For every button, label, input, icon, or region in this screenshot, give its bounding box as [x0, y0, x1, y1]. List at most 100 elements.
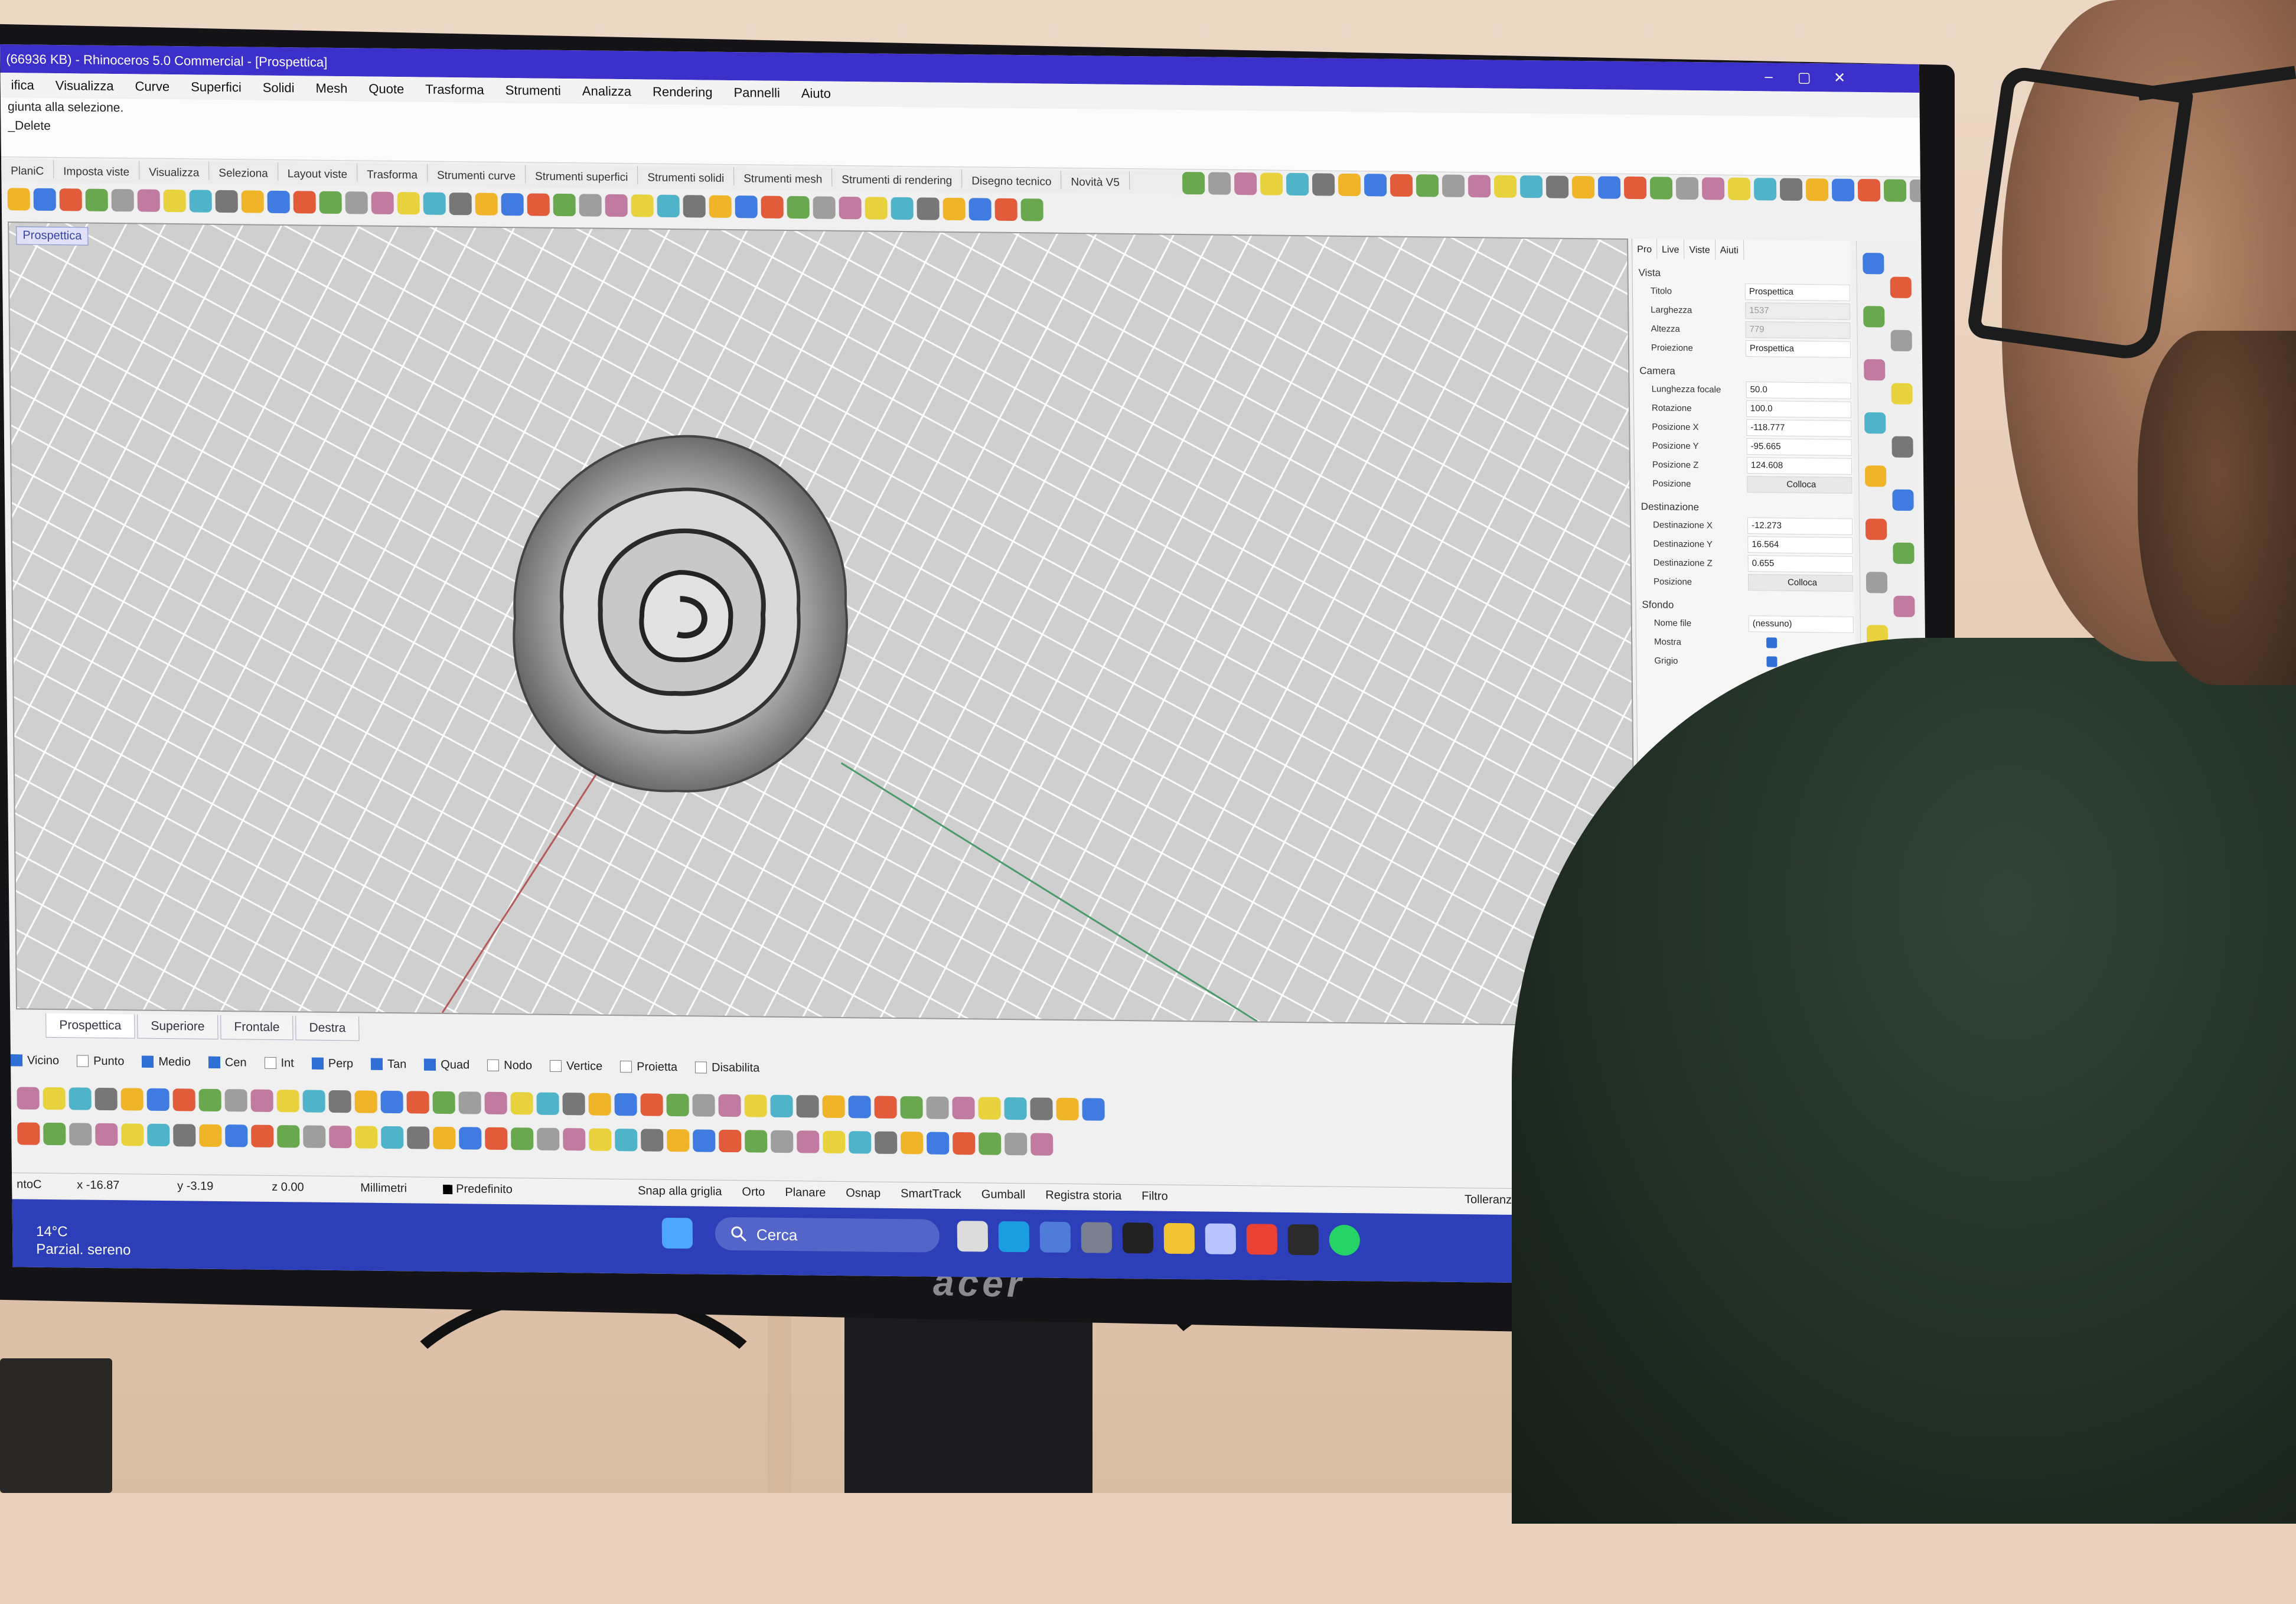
tool-icon[interactable] [1805, 178, 1829, 201]
tool-icon[interactable] [407, 1126, 430, 1149]
tool-icon[interactable] [319, 191, 342, 214]
tool-icon[interactable] [891, 197, 914, 220]
tool-icon[interactable] [345, 191, 368, 214]
tool-icon[interactable] [1020, 198, 1043, 221]
osnap-checkbox[interactable] [311, 1057, 324, 1070]
tool-icon[interactable] [536, 1092, 559, 1116]
tool-icon[interactable] [251, 1124, 274, 1147]
tool-icon[interactable] [1467, 175, 1491, 198]
tool-icon[interactable] [1416, 174, 1439, 197]
tool-icon[interactable] [432, 1091, 455, 1114]
tool-icon[interactable] [215, 190, 238, 213]
property-value[interactable]: Colloca [1747, 476, 1853, 494]
tool-icon[interactable] [1441, 174, 1465, 197]
toolbar-tab[interactable]: Disegno tecnico [962, 169, 1062, 189]
toolbar-tab[interactable]: Seleziona [209, 161, 278, 181]
viewport-tab[interactable]: Superiore [137, 1014, 218, 1039]
osnap-checkbox[interactable] [695, 1061, 707, 1074]
tool-icon[interactable] [589, 1128, 612, 1151]
properties-tab[interactable]: Aiuti [1715, 239, 1744, 260]
checkbox[interactable] [1766, 656, 1778, 667]
tool-icon[interactable] [718, 1094, 741, 1117]
tool-icon[interactable] [17, 1087, 40, 1110]
tool-icon[interactable] [94, 1087, 118, 1111]
tool-icon[interactable] [917, 197, 940, 220]
tool-icon[interactable] [85, 188, 108, 211]
property-value[interactable]: 50.0 [1746, 381, 1851, 399]
edge-icon[interactable] [998, 1221, 1030, 1253]
menu-item[interactable]: Superfici [180, 74, 252, 95]
tool-icon[interactable] [510, 1092, 533, 1115]
tool-icon[interactable] [381, 1126, 404, 1149]
status-toggle[interactable]: Orto [742, 1185, 765, 1198]
status-toggle[interactable]: Filtro [1142, 1189, 1168, 1202]
tool-icon[interactable] [735, 195, 758, 219]
toolbar-tab[interactable]: Layout viste [278, 162, 358, 182]
tool-icon[interactable] [1182, 171, 1205, 195]
tool-icon[interactable] [1004, 1132, 1028, 1156]
side-tool-icon[interactable] [1891, 436, 1913, 458]
tool-icon[interactable] [1030, 1097, 1053, 1120]
tool-icon[interactable] [901, 1132, 924, 1155]
tool-icon[interactable] [1519, 175, 1543, 198]
tool-icon[interactable] [1545, 175, 1569, 198]
properties-tab[interactable]: Pro [1632, 238, 1658, 259]
toolbar-tab[interactable]: Strumenti di rendering [832, 168, 963, 188]
tool-icon[interactable] [1779, 178, 1803, 201]
side-tool-icon[interactable] [1864, 465, 1887, 487]
osnap-checkbox[interactable] [487, 1059, 500, 1071]
menu-item[interactable]: Aiuto [791, 81, 842, 102]
tool-icon[interactable] [355, 1126, 378, 1149]
osnap-checkbox[interactable] [370, 1058, 383, 1070]
osnap-checkbox[interactable] [424, 1058, 436, 1071]
toolbar-tab[interactable]: Strumenti mesh [734, 167, 833, 187]
tool-icon[interactable] [579, 194, 602, 217]
toolbar-tab[interactable]: Trasforma [357, 163, 428, 182]
tool-icon[interactable] [33, 188, 56, 211]
side-tool-icon[interactable] [1891, 383, 1913, 405]
checkbox[interactable] [1766, 637, 1778, 648]
tool-icon[interactable] [666, 1093, 689, 1117]
menu-item[interactable]: Mesh [305, 76, 358, 96]
tool-icon[interactable] [302, 1090, 325, 1113]
tool-icon[interactable] [952, 1096, 975, 1120]
tool-icon[interactable] [874, 1096, 897, 1119]
tool-icon[interactable] [823, 1130, 846, 1154]
tool-icon[interactable] [121, 1123, 144, 1146]
toolbar-tab[interactable]: Strumenti solidi [638, 166, 735, 186]
tool-icon[interactable] [745, 1130, 768, 1153]
tool-icon[interactable] [563, 1128, 586, 1151]
calculator-icon[interactable] [1081, 1222, 1113, 1253]
tool-icon[interactable] [615, 1129, 638, 1152]
tool-icon[interactable] [692, 1094, 715, 1117]
toolbar-tab[interactable]: Novità V5 [1061, 170, 1130, 190]
tool-icon[interactable] [43, 1087, 66, 1110]
tool-icon[interactable] [433, 1126, 456, 1150]
property-value[interactable]: -118.777 [1746, 419, 1852, 437]
tool-icon[interactable] [1883, 179, 1907, 202]
tool-icon[interactable] [588, 1093, 611, 1116]
tool-icon[interactable] [173, 1124, 196, 1147]
tool-icon[interactable] [709, 195, 732, 218]
status-toggle[interactable]: Gumball [981, 1188, 1026, 1202]
menu-item[interactable]: Pannelli [723, 80, 791, 101]
tool-icon[interactable] [147, 1123, 170, 1147]
viewport-tab[interactable]: Frontale [220, 1015, 293, 1041]
property-value[interactable]: 124.608 [1746, 457, 1853, 475]
tool-icon[interactable] [1234, 172, 1257, 195]
menu-item[interactable]: Strumenti [494, 78, 572, 99]
tool-icon[interactable] [1857, 178, 1881, 202]
tool-icon[interactable] [1004, 1097, 1027, 1120]
tool-icon[interactable] [406, 1091, 429, 1114]
tool-icon[interactable] [224, 1089, 247, 1112]
tool-icon[interactable] [241, 190, 264, 213]
tool-icon[interactable] [475, 193, 498, 216]
tool-icon[interactable] [458, 1091, 481, 1114]
toolbar-tab[interactable]: Strumenti curve [427, 164, 526, 184]
app-icon[interactable] [1205, 1223, 1237, 1255]
property-value[interactable]: (nessuno) [1748, 615, 1854, 633]
menu-item[interactable]: ifica [1, 73, 45, 93]
tool-icon[interactable] [484, 1091, 507, 1115]
tool-icon[interactable] [605, 194, 628, 217]
tool-icon[interactable] [397, 192, 420, 215]
